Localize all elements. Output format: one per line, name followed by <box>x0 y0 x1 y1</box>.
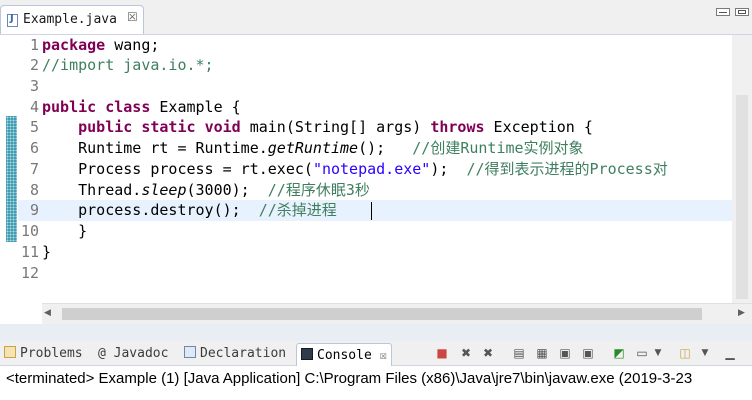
text-caret <box>371 202 372 220</box>
line-number: 2 <box>29 56 39 74</box>
code-line-1: package wang; <box>42 36 160 54</box>
open-console-icon[interactable]: ◫ <box>677 346 693 360</box>
stop-icon[interactable]: ■ <box>434 346 450 360</box>
problems-icon <box>4 346 16 358</box>
chevron-down-icon[interactable]: ▼ <box>697 346 713 360</box>
display-console-icon[interactable]: ▭ <box>634 346 650 360</box>
pin-console-icon[interactable]: ◩ <box>611 346 627 360</box>
tab-label: Javadoc <box>113 346 169 361</box>
code-line-11: } <box>42 243 52 261</box>
remove-all-icon[interactable]: ✖ <box>480 346 496 360</box>
code-line-4: public class Example { <box>42 98 241 116</box>
remove-launch-icon[interactable]: ✖ <box>458 346 474 360</box>
declaration-icon <box>184 346 196 358</box>
horizontal-scrollbar[interactable]: ◀ ▶ <box>42 303 752 324</box>
line-number: 5 <box>29 118 39 136</box>
code-line-2: //import java.io.*; <box>42 56 214 74</box>
console-status-line: <terminated> Example (1) [Java Applicati… <box>6 370 693 387</box>
code-line-10: } <box>42 222 88 240</box>
line-number: 12 <box>20 264 39 282</box>
tab-title: Example.java <box>23 12 117 27</box>
scroll-right-icon[interactable]: ▶ <box>738 308 745 318</box>
tab-example-java[interactable]: Example.java ☒ <box>0 5 144 34</box>
close-console-tab-icon[interactable]: ☒ <box>380 348 387 362</box>
scroll-left-icon[interactable]: ◀ <box>44 308 51 318</box>
clear-console-icon[interactable]: ▤ <box>511 346 527 360</box>
horizontal-scroll-thumb[interactable] <box>62 308 702 320</box>
code-line-8: Thread.sleep(3000); //程序休眠3秒 <box>42 181 370 199</box>
line-number: 4 <box>29 98 39 116</box>
panel-separator[interactable] <box>0 324 752 341</box>
tab-console[interactable]: Console ☒ <box>296 343 392 366</box>
minimize-editor-icon[interactable] <box>716 8 730 16</box>
line-number: 6 <box>29 139 39 157</box>
chevron-down-icon[interactable]: ▼ <box>650 346 666 360</box>
vertical-scrollbar[interactable] <box>732 35 752 303</box>
tab-problems[interactable]: Problems <box>4 343 83 365</box>
maximize-editor-icon[interactable] <box>735 8 749 16</box>
javadoc-at-icon: @ <box>98 346 106 361</box>
tab-declaration[interactable]: Declaration <box>184 343 286 365</box>
close-tab-icon[interactable]: ☒ <box>127 10 138 24</box>
line-number: 10 <box>20 222 39 240</box>
change-annotation-bar <box>6 116 17 242</box>
scroll-lock-icon[interactable]: ▦ <box>534 346 550 360</box>
console-output[interactable]: <terminated> Example (1) [Java Applicati… <box>0 366 752 400</box>
tab-label: Console <box>317 348 372 363</box>
java-file-icon <box>7 13 18 27</box>
minimize-panel-icon[interactable]: ▁ <box>722 346 738 360</box>
line-number: 3 <box>29 77 39 95</box>
line-number: 7 <box>29 160 39 178</box>
vertical-scroll-thumb[interactable] <box>736 95 748 299</box>
tab-javadoc[interactable]: @ Javadoc <box>98 343 168 365</box>
show-on-output-icon[interactable]: ▣ <box>580 346 596 360</box>
line-number: 11 <box>20 243 39 261</box>
code-line-9: process.destroy(); //杀掉进程 <box>42 201 337 219</box>
line-number: 9 <box>29 201 39 219</box>
word-wrap-icon[interactable]: ▣ <box>557 346 573 360</box>
line-number: 1 <box>29 36 39 54</box>
line-number: 8 <box>29 181 39 199</box>
code-line-5: public static void main(String[] args) t… <box>78 118 593 136</box>
tab-label: Problems <box>20 346 83 361</box>
tab-label: Declaration <box>200 346 287 361</box>
console-icon <box>301 348 313 360</box>
code-line-6: Runtime rt = Runtime.getRuntime(); //创建R… <box>42 139 584 157</box>
code-line-7: Process process = rt.exec("notepad.exe")… <box>42 160 668 178</box>
editor-tab-bar: Example.java ☒ <box>0 0 752 35</box>
